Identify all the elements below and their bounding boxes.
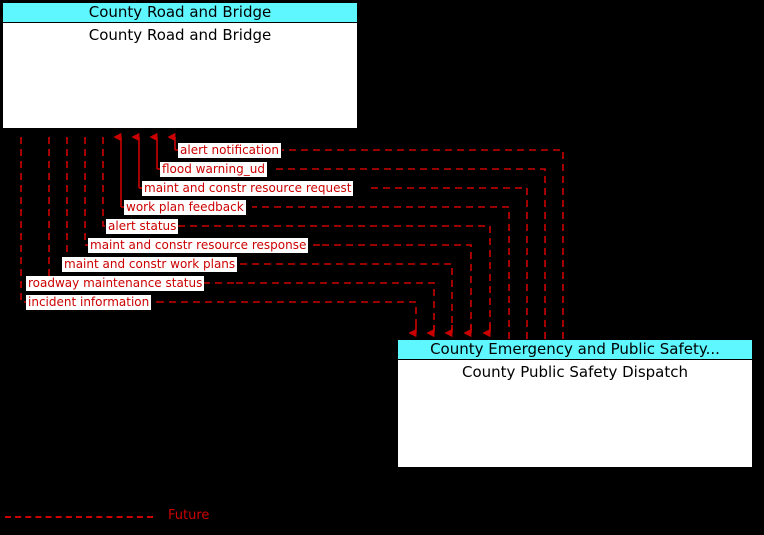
flow-path-roadway-status-tail: [236, 282, 435, 330]
flow-path-resource-response-tail: [322, 244, 472, 330]
flow-path-work-plans-tail: [252, 263, 453, 330]
flow-path-resource-request: [368, 187, 528, 339]
flow-path-work-plan-feedback: [252, 206, 510, 339]
entity-header-county-road-and-bridge: County Road and Bridge: [3, 3, 357, 23]
flow-label-maint-and-constr-work-plans[interactable]: maint and constr work plans: [62, 257, 238, 272]
flow-label-roadway-maintenance-status[interactable]: roadway maintenance status: [26, 276, 205, 291]
flow-label-alert-status[interactable]: alert status: [106, 219, 179, 234]
entity-box-county-road-and-bridge[interactable]: County Road and Bridge County Road and B…: [2, 2, 358, 129]
legend: Future: [0, 505, 764, 531]
flow-path-alert-notification: [282, 149, 564, 339]
legend-swatch-future-dashed-line: [5, 516, 153, 518]
flow-label-work-plan-feedback[interactable]: work plan feedback: [124, 200, 246, 215]
flow-label-maint-and-constr-resource-response[interactable]: maint and constr resource response: [88, 238, 309, 253]
flow-label-alert-notification[interactable]: alert notification: [178, 143, 282, 158]
flow-label-flood-warning-ud[interactable]: flood warning_ud: [160, 162, 267, 177]
entity-name-county-road-and-bridge: County Road and Bridge: [88, 26, 272, 44]
entity-header-county-emergency-and-public-safety: County Emergency and Public Safety...: [398, 340, 752, 360]
flow-label-maint-and-constr-resource-request[interactable]: maint and constr resource request: [142, 181, 354, 196]
entity-name-county-public-safety-dispatch: County Public Safety Dispatch: [462, 363, 688, 381]
flow-label-incident-information[interactable]: incident information: [26, 295, 152, 310]
flow-path-incident-information-tail: [157, 301, 417, 330]
diagram-canvas: County Road and Bridge County Road and B…: [0, 0, 764, 535]
entity-box-county-public-safety-dispatch[interactable]: County Emergency and Public Safety... Co…: [397, 339, 753, 468]
legend-label-future: Future: [168, 508, 210, 523]
